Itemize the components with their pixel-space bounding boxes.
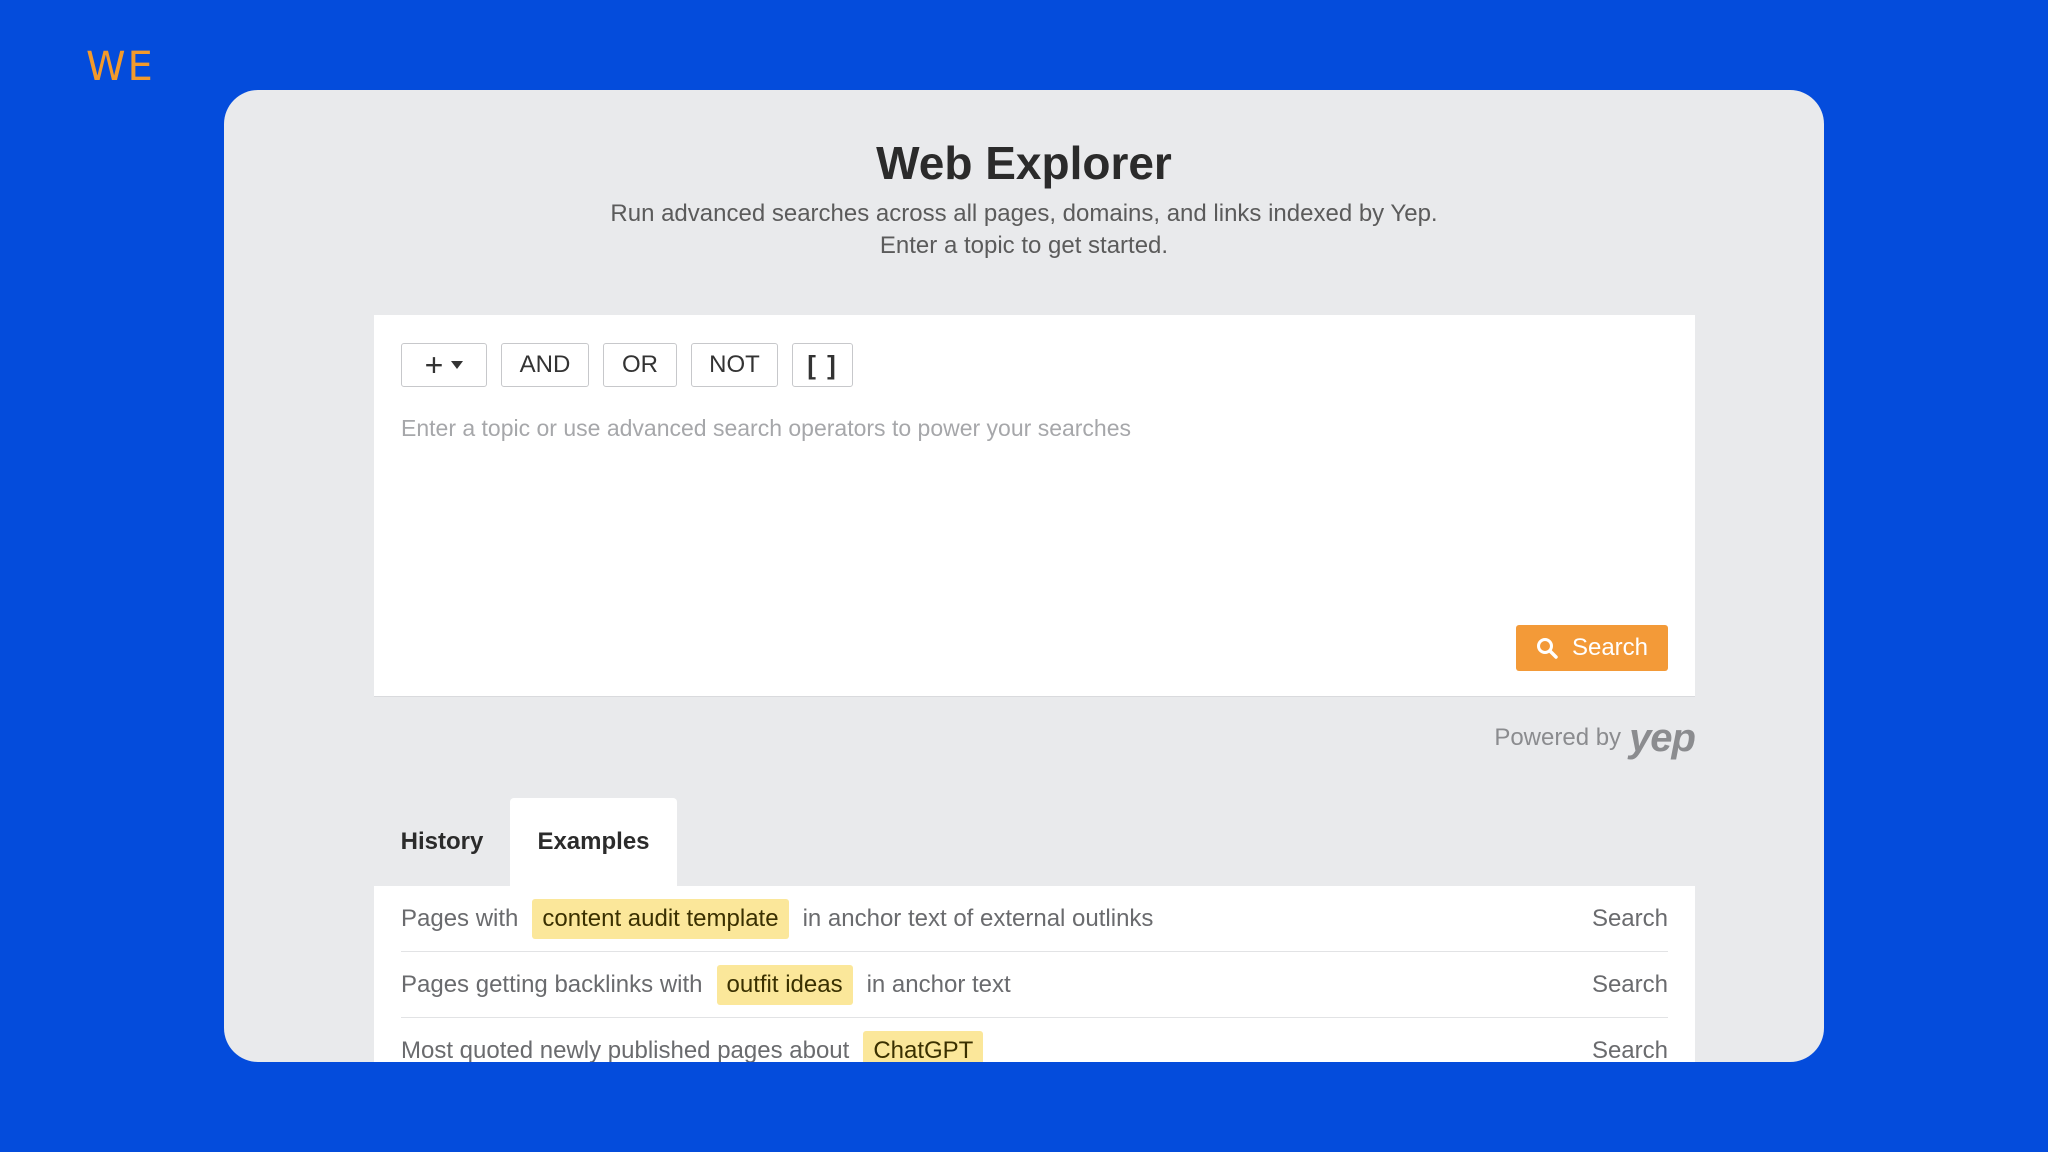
add-operator-button[interactable]: + (401, 343, 487, 387)
example-text-after: in anchor text of external outlinks (802, 904, 1154, 932)
operator-toolbar: + AND OR NOT [ ] (401, 343, 867, 387)
example-text-before: Pages with (401, 904, 519, 932)
query-input[interactable] (401, 415, 1661, 565)
and-operator-button[interactable]: AND (501, 343, 589, 387)
search-button[interactable]: Search (1516, 625, 1668, 671)
brackets-icon: [ ] (807, 349, 838, 380)
tab-examples[interactable]: Examples (510, 798, 677, 886)
tab-bar: History Examples (374, 798, 677, 886)
example-search-link[interactable]: Search (1592, 1037, 1668, 1063)
example-row[interactable]: Pages with content audit template in anc… (401, 886, 1668, 952)
subtitle-line-1: Run advanced searches across all pages, … (610, 200, 1438, 227)
example-search-link[interactable]: Search (1592, 971, 1668, 999)
search-icon (1536, 638, 1558, 659)
page-title: Web Explorer (876, 137, 1172, 189)
search-panel: + AND OR NOT [ ] Search (374, 315, 1695, 697)
powered-by-label: Powered by (1494, 724, 1622, 751)
brand-logo: WE (86, 44, 155, 90)
example-search-link[interactable]: Search (1592, 905, 1668, 933)
main-card: Web Explorer Run advanced searches acros… (224, 90, 1824, 1062)
example-text-before: Pages getting backlinks with (401, 970, 703, 998)
example-text-after: in anchor text (866, 970, 1011, 998)
example-highlight: ChatGPT (863, 1030, 984, 1062)
search-button-label: Search (1571, 634, 1649, 661)
powered-by: Powered by yep (1324, 718, 1696, 758)
example-highlight: outfit ideas (716, 964, 853, 1005)
examples-list: Pages with content audit template in anc… (374, 886, 1695, 1062)
example-row[interactable]: Most quoted newly published pages about … (401, 1018, 1668, 1062)
page-subtitle: Run advanced searches across all pages, … (224, 198, 1824, 262)
yep-logo[interactable]: yep (1629, 718, 1696, 758)
brackets-operator-button[interactable]: [ ] (792, 343, 853, 387)
example-highlight: content audit template (532, 898, 789, 939)
or-operator-button[interactable]: OR (603, 343, 677, 387)
plus-icon: + (424, 347, 444, 383)
not-operator-button[interactable]: NOT (691, 343, 778, 387)
example-text-before: Most quoted newly published pages about (401, 1036, 850, 1063)
caret-down-icon (451, 361, 464, 369)
subtitle-line-2: Enter a topic to get started. (879, 232, 1169, 259)
example-row[interactable]: Pages getting backlinks with outfit idea… (401, 952, 1668, 1018)
tab-history[interactable]: History (374, 798, 510, 886)
